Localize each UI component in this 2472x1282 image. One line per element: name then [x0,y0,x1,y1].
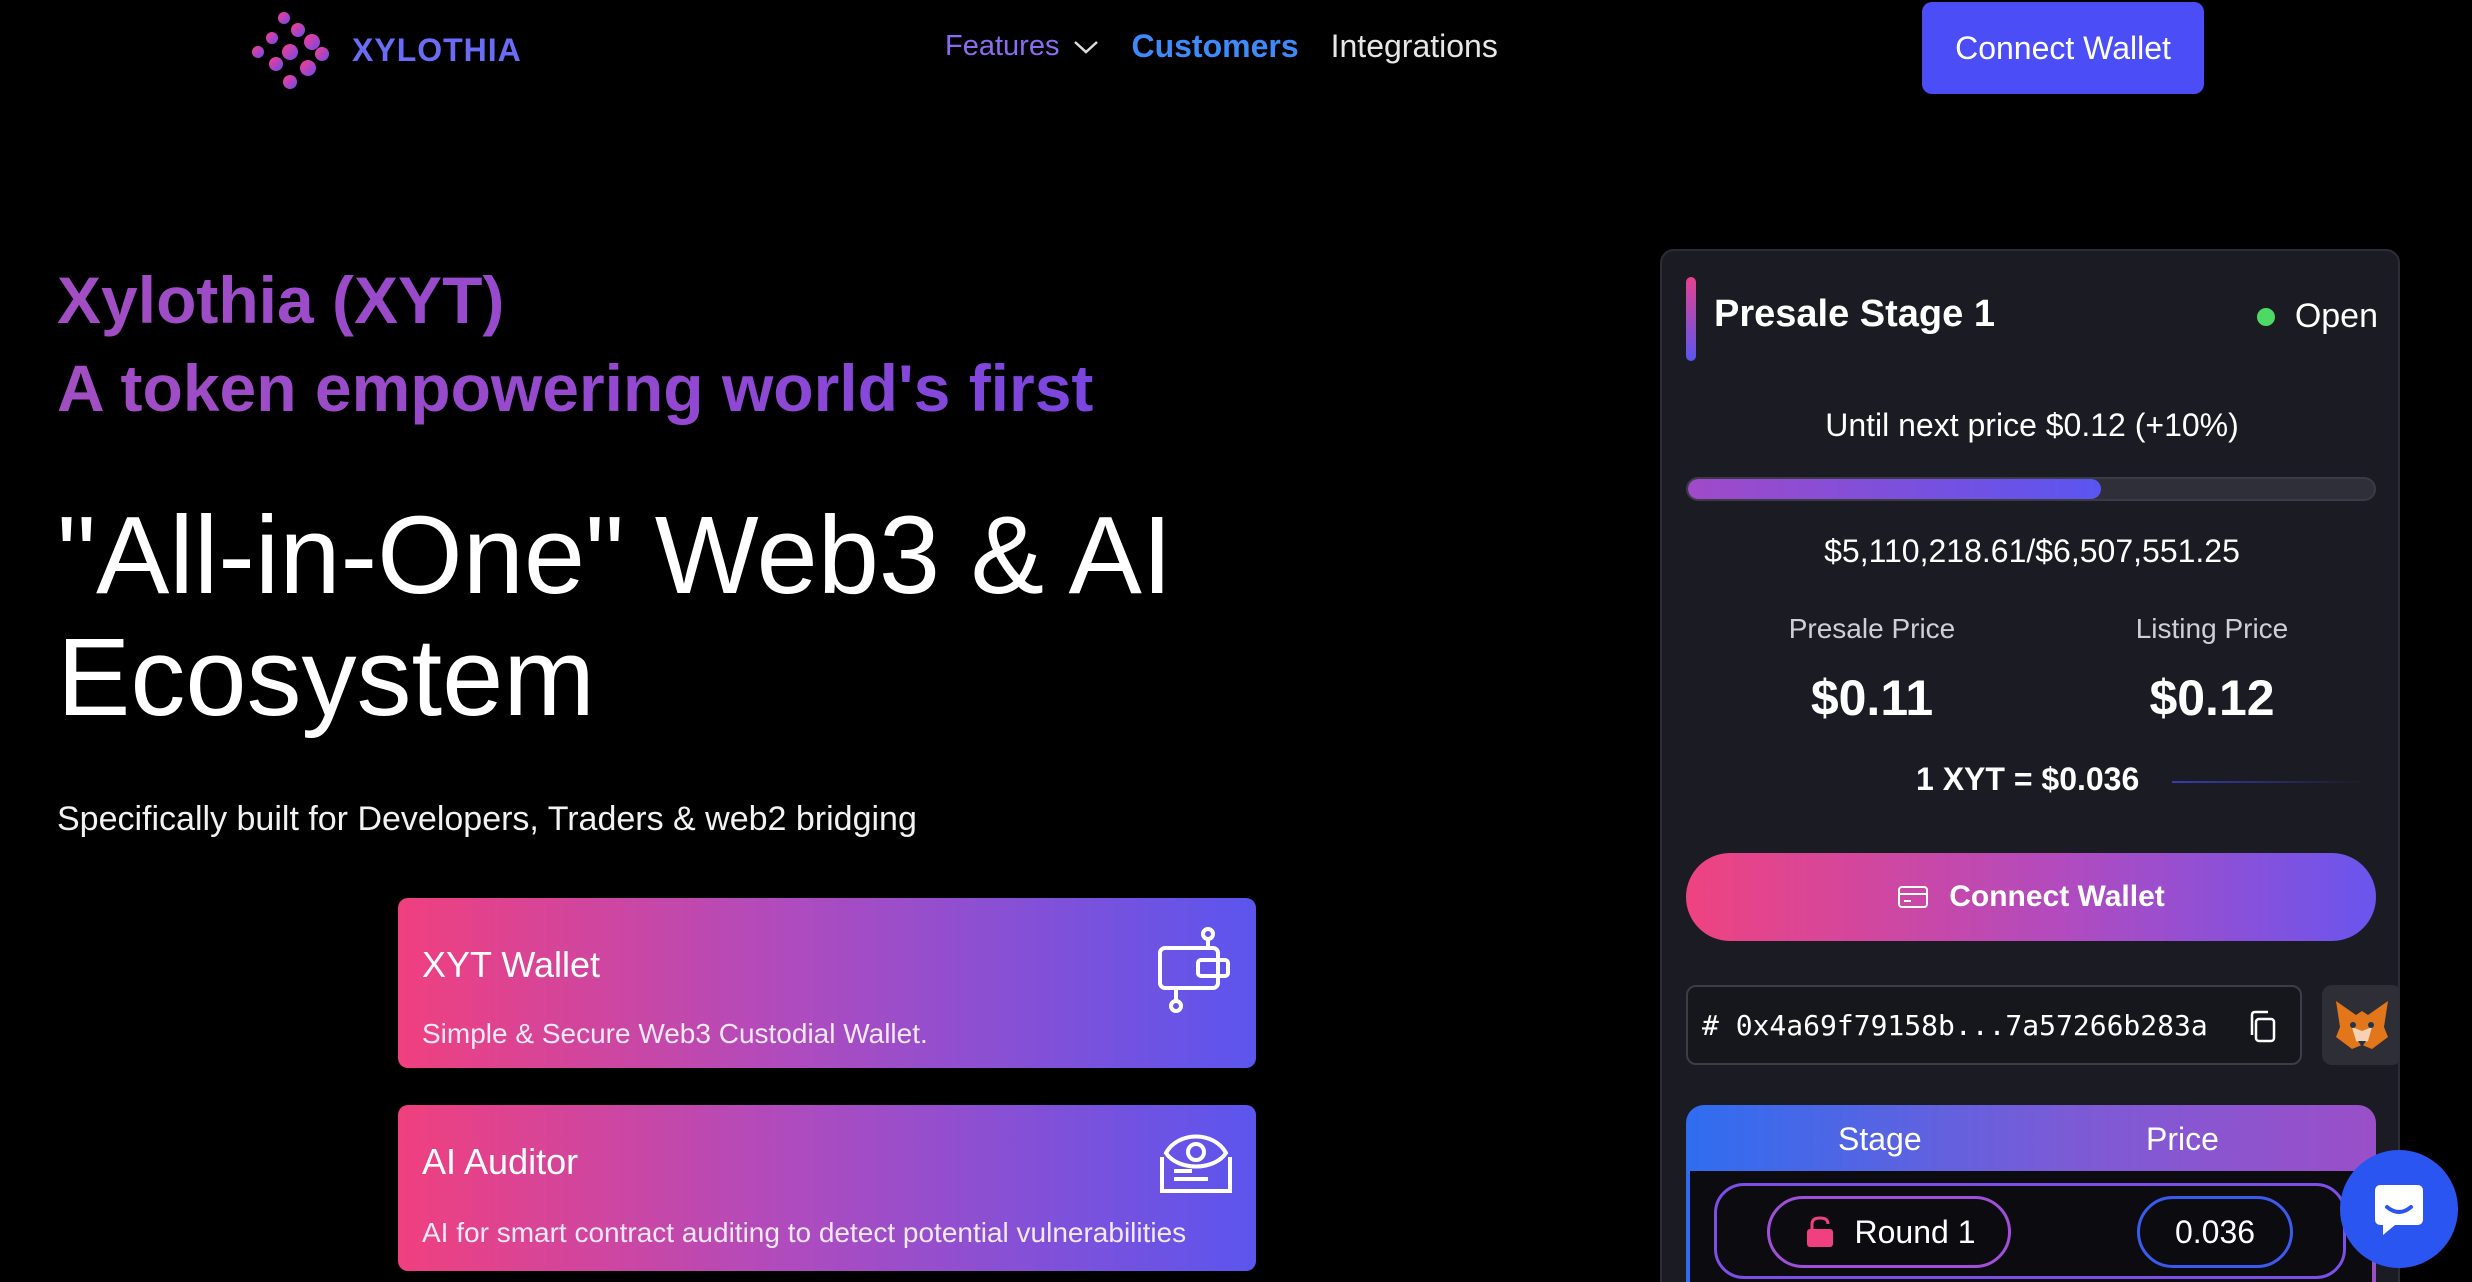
chat-widget-button[interactable] [2340,1150,2458,1268]
until-next-price: Until next price $0.12 (+10%) [1825,407,2239,443]
eye-document-icon [1160,1134,1232,1193]
presale-progress-fill [1688,479,2102,499]
feature-title: AI Auditor [422,1141,579,1182]
nav-features-label: Features [945,30,1060,62]
stage-round-label: Round 1 [1854,1213,1976,1250]
stage-price-table: Stage Price Round 1 0.036 [1686,1105,2376,1282]
nav-integrations[interactable]: Integrations [1331,28,1498,65]
nav-integrations-label: Integrations [1330,28,1498,64]
table-header-stage: Stage [1838,1121,1922,1157]
feature-card-xyt-wallet[interactable]: XYT Wallet Simple & Secure Web3 Custodia… [398,898,1256,1068]
listing-price-label: Listing Price [2135,613,2289,644]
status-dot-icon [2256,307,2275,326]
connect-wallet-label: Connect Wallet [1949,880,2165,913]
feature-description: AI for smart contract auditing to detect… [422,1217,1187,1248]
chevron-down-icon [1074,40,1099,54]
rate-divider [2172,781,2362,783]
wallet-icon [1158,927,1230,1013]
hero-title: Xylothia (XYT) A token empowering world'… [57,256,1093,432]
stage-price-value: 0.036 [2174,1213,2256,1250]
presale-price-block: Presale Price $0.11 [1762,613,1982,727]
metamask-button[interactable] [2322,985,2398,1065]
nav-features[interactable]: Features [945,30,1099,63]
metamask-fox-icon [2336,1001,2388,1049]
top-nav: XYLOTHIA Features Customers Integrations… [0,0,2472,100]
presale-price-label: Presale Price [1788,613,1956,644]
stage-price-pill: 0.036 [2137,1196,2293,1268]
lock-icon [1806,1216,1833,1247]
stage-accent-bar [1686,277,1696,361]
table-row[interactable]: Round 1 0.036 [1714,1183,2346,1279]
hero-headline-line1: "All-in-One" Web3 & AI [57,494,1173,617]
nav-links: Features Customers Integrations [945,28,1530,65]
brand-logo[interactable]: XYLOTHIA [250,8,522,92]
listing-price-value: $0.12 [2149,670,2275,726]
stage-round-pill: Round 1 [1767,1196,2011,1268]
contract-address-field[interactable]: # 0x4a69f79158b...7a57266b283a [1686,985,2302,1065]
feature-title: XYT Wallet [422,944,601,985]
nav-customers[interactable]: Customers [1131,28,1298,65]
presale-status: Open [2256,297,2378,336]
copy-icon[interactable] [2246,1009,2278,1045]
hero-headline: "All-in-One" Web3 & AI Ecosystem [57,495,1357,739]
feature-card-ai-auditor[interactable]: AI Auditor AI for smart contract auditin… [398,1105,1256,1271]
presale-panel: Presale Stage 1 Open Until next price $0… [1660,249,2400,1282]
connect-wallet-nav-button[interactable]: Connect Wallet [1922,2,2204,94]
table-body: Round 1 0.036 [1690,1171,2372,1282]
hero-title-line2: A token empowering world's first [57,344,1093,432]
presale-price-value: $0.11 [1810,670,1934,726]
presale-stage-title: Presale Stage 1 [1714,293,1995,335]
table-header-price: Price [2146,1121,2219,1157]
contract-address-text: # 0x4a69f79158b...7a57266b283a [1702,1008,2208,1042]
presale-progress-bar [1686,477,2376,501]
status-label: Open [2294,297,2378,335]
nav-customers-label: Customers [1131,28,1299,64]
raised-amount: $5,110,218.61/$6,507,551.25 [1824,533,2240,569]
chat-bubble-icon [2375,1185,2423,1235]
logo-icon [252,12,329,89]
hero-subtitle: Specifically built for Developers, Trade… [57,800,917,838]
feature-description: Simple & Secure Web3 Custodial Wallet. [422,1018,928,1049]
exchange-rate: 1 XYT = $0.036 [1916,761,2140,797]
credit-card-icon [1898,886,1929,908]
brand-name: XYLOTHIA [352,31,522,68]
hero-title-line1: Xylothia (XYT) [57,256,1093,344]
hero-headline-line2: Ecosystem [57,616,595,739]
connect-wallet-button[interactable]: Connect Wallet [1686,853,2376,941]
listing-price-block: Listing Price $0.12 [2102,613,2322,727]
